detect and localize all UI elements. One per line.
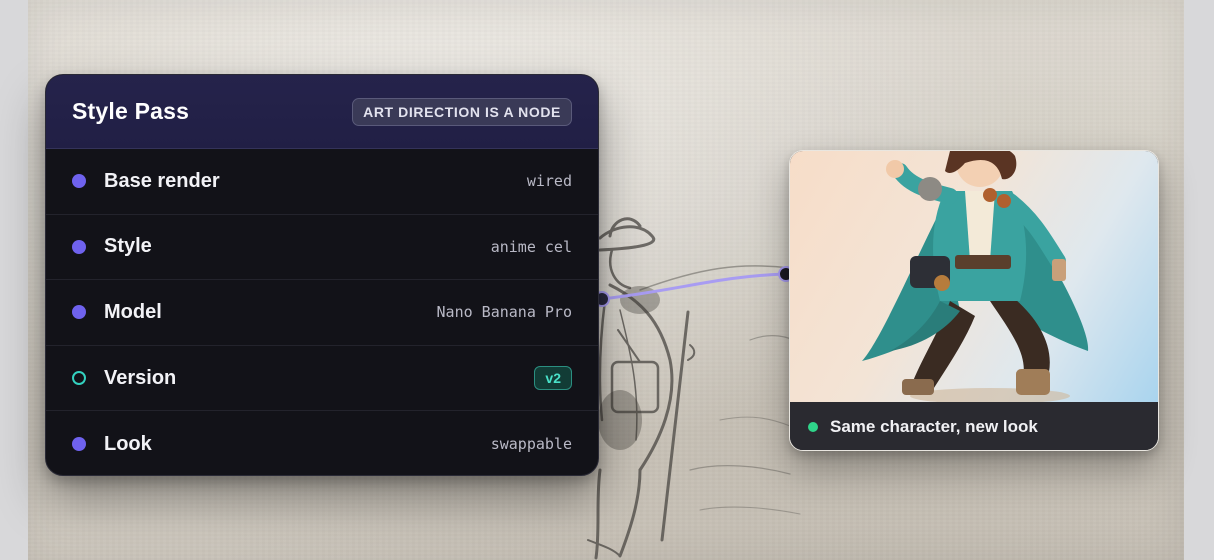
input-row-model[interactable]: Model Nano Banana Pro xyxy=(46,280,598,346)
style-pass-node[interactable]: Style Pass ART DIRECTION IS A NODE Base … xyxy=(45,74,599,476)
input-value: wired xyxy=(526,172,572,191)
output-caption-bar: Same character, new look xyxy=(790,402,1158,450)
output-image[interactable] xyxy=(790,151,1158,402)
anime-character-illustration xyxy=(862,151,1089,402)
node-header[interactable]: Style Pass ART DIRECTION IS A NODE xyxy=(46,75,598,149)
output-caption: Same character, new look xyxy=(830,417,1038,436)
input-label: Model xyxy=(104,300,162,323)
input-port-dot[interactable] xyxy=(72,437,86,452)
version-badge[interactable]: v2 xyxy=(534,366,572,391)
input-row-style[interactable]: Style anime cel xyxy=(46,215,598,281)
input-label: Style xyxy=(104,235,152,258)
input-label: Look xyxy=(104,432,152,455)
input-port-dot[interactable] xyxy=(72,305,86,320)
input-label: Version xyxy=(104,366,177,389)
input-row-version[interactable]: Version v2 xyxy=(46,346,598,412)
input-port-dot[interactable] xyxy=(72,174,86,189)
status-dot xyxy=(808,422,818,432)
input-value: swappable xyxy=(490,435,572,454)
input-port-ring[interactable] xyxy=(72,371,86,386)
input-value: Nano Banana Pro xyxy=(436,303,572,322)
canvas: Style Pass ART DIRECTION IS A NODE Base … xyxy=(0,0,1214,560)
input-port-dot[interactable] xyxy=(72,239,86,254)
input-row-look[interactable]: Look swappable xyxy=(46,411,598,475)
input-value: anime cel xyxy=(490,237,572,256)
art-direction-badge: ART DIRECTION IS A NODE xyxy=(352,97,572,126)
input-row-base-render[interactable]: Base render wired xyxy=(46,149,598,215)
output-preview-card[interactable]: Same character, new look xyxy=(789,150,1159,451)
input-label: Base render xyxy=(104,169,220,192)
node-title: Style Pass xyxy=(72,98,190,124)
